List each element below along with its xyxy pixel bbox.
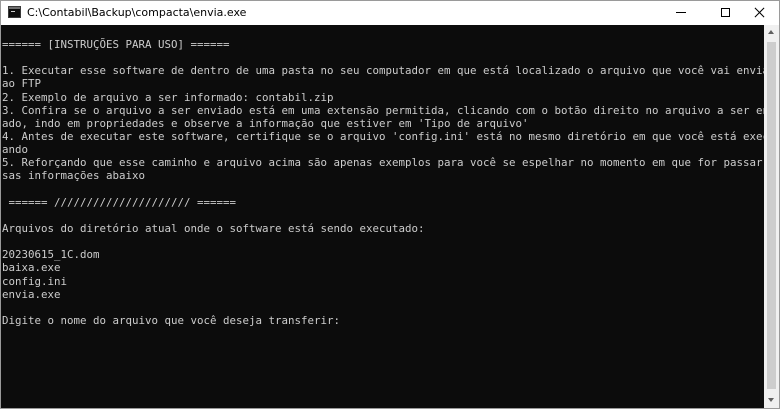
minimize-button[interactable] bbox=[659, 1, 703, 25]
console-line: envia.exe bbox=[2, 287, 61, 301]
console-line: ado, indo em propriedades e observe a in… bbox=[2, 116, 529, 130]
title-bar[interactable]: C:\Contabil\Backup\compacta\envia.exe bbox=[1, 1, 779, 25]
vertical-scrollbar[interactable] bbox=[764, 25, 779, 408]
console-line: Arquivos do diretório atual onde o softw… bbox=[2, 221, 425, 235]
scrollbar-thumb[interactable] bbox=[767, 42, 776, 389]
console-line: 20230615_1C.dom bbox=[2, 248, 100, 262]
console-lines: ====== [INSTRUÇÕES PARA USO] ====== 1. Ex… bbox=[1, 25, 764, 327]
console-window: C:\Contabil\Backup\compacta\envia.exe ==… bbox=[0, 0, 780, 409]
console-line: 5. Reforçando que esse caminho e arquivo… bbox=[2, 156, 764, 170]
console-line: 1. Executar esse software de dentro de u… bbox=[2, 64, 764, 78]
console-line: sas informações abaixo bbox=[2, 169, 146, 183]
console-line: 3. Confira se o arquivo a ser enviado es… bbox=[2, 103, 764, 117]
console-output[interactable]: ====== [INSTRUÇÕES PARA USO] ====== 1. Ex… bbox=[1, 25, 764, 408]
window-title: C:\Contabil\Backup\compacta\envia.exe bbox=[27, 6, 247, 19]
console-line: ao FTP bbox=[2, 77, 42, 91]
scroll-up-arrow-icon[interactable] bbox=[764, 25, 779, 40]
console-line: Digite o nome do arquivo que você deseja… bbox=[2, 313, 341, 327]
console-line: 2. Exemplo de arquivo a ser informado: c… bbox=[2, 90, 334, 104]
console-line: ====== ///////////////////// ====== bbox=[2, 195, 237, 209]
console-app-icon[interactable] bbox=[8, 6, 21, 18]
console-line: ====== [INSTRUÇÕES PARA USO] ====== bbox=[2, 38, 230, 51]
console-line: ando bbox=[2, 143, 29, 157]
close-button[interactable] bbox=[738, 1, 779, 25]
console-line: config.ini bbox=[2, 274, 68, 288]
console-line: 4. Antes de executar este software, cert… bbox=[2, 129, 764, 143]
scroll-down-arrow-icon[interactable] bbox=[764, 393, 779, 408]
console-line: baixa.exe bbox=[2, 261, 61, 275]
